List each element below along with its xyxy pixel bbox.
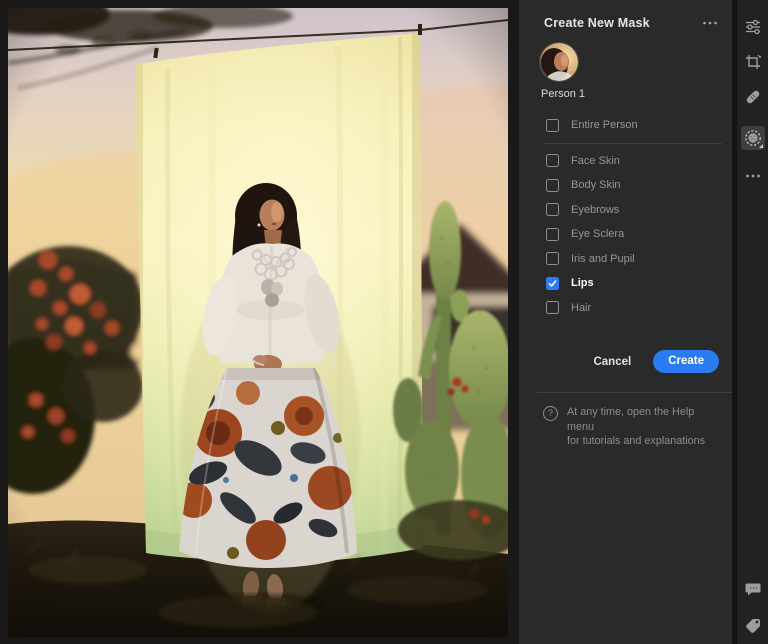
mask-option-hair[interactable]: Hair — [519, 296, 732, 321]
mask-option-body-skin[interactable]: Body Skin — [519, 173, 732, 198]
keywords-tag-icon[interactable] — [741, 614, 765, 638]
create-mask-panel: Create New Mask Person 1 — [519, 0, 732, 644]
mask-option-label: Body Skin — [571, 179, 621, 191]
help-text: At any time, open the Help menu for tuto… — [567, 405, 716, 449]
mask-option-label: Iris and Pupil — [571, 253, 635, 265]
checkbox[interactable] — [546, 179, 559, 192]
mask-option-label: Entire Person — [571, 119, 638, 131]
mask-option-label: Eye Sclera — [571, 228, 624, 240]
mask-option-eyebrows[interactable]: Eyebrows — [519, 198, 732, 223]
panel-header: Create New Mask — [519, 0, 732, 30]
more-tools-icon[interactable] — [741, 164, 765, 188]
photo[interactable] — [8, 8, 508, 637]
healing-icon[interactable] — [741, 85, 765, 109]
mask-option-entire-person[interactable]: Entire Person — [519, 113, 732, 138]
mask-option-eye-sclera[interactable]: Eye Sclera — [519, 222, 732, 247]
masking-icon[interactable] — [741, 126, 765, 150]
checkbox[interactable] — [546, 252, 559, 265]
person-name-label: Person 1 — [541, 88, 732, 100]
checkbox[interactable] — [546, 119, 559, 132]
help-line-2: for tutorials and explanations — [567, 434, 716, 449]
checkbox[interactable] — [546, 277, 559, 290]
create-button[interactable]: Create — [653, 350, 719, 373]
options-divider — [544, 143, 722, 144]
checkbox[interactable] — [546, 154, 559, 167]
checkbox[interactable] — [546, 203, 559, 216]
checkbox[interactable] — [546, 301, 559, 314]
edit-sliders-icon[interactable] — [741, 15, 765, 39]
person-avatar[interactable] — [540, 43, 578, 81]
help-divider — [537, 392, 732, 393]
crop-icon[interactable] — [741, 50, 765, 74]
comments-icon[interactable] — [741, 577, 765, 601]
help-question-icon: ? — [543, 406, 558, 421]
mask-option-face-skin[interactable]: Face Skin — [519, 149, 732, 174]
mask-option-label: Lips — [571, 277, 594, 289]
photo-canvas-area — [0, 0, 519, 644]
panel-more-options-icon[interactable] — [700, 19, 720, 27]
mask-option-label: Hair — [571, 302, 591, 314]
mask-option-lips[interactable]: Lips — [519, 271, 732, 296]
mask-option-label: Eyebrows — [571, 204, 619, 216]
mask-option-label: Face Skin — [571, 155, 620, 167]
help-hint: ? At any time, open the Help menu for tu… — [543, 405, 716, 449]
checkbox[interactable] — [546, 228, 559, 241]
cancel-button[interactable]: Cancel — [591, 352, 633, 372]
tool-strip — [737, 0, 768, 644]
mask-option-iris-and-pupil[interactable]: Iris and Pupil — [519, 247, 732, 272]
photo-illustration — [8, 8, 508, 637]
panel-title: Create New Mask — [544, 16, 700, 30]
panel-buttons: Cancel Create — [519, 350, 732, 373]
help-line-1: At any time, open the Help menu — [567, 405, 716, 434]
mask-options-list: Entire Person Face Skin Body Skin Eyebro… — [519, 113, 732, 320]
